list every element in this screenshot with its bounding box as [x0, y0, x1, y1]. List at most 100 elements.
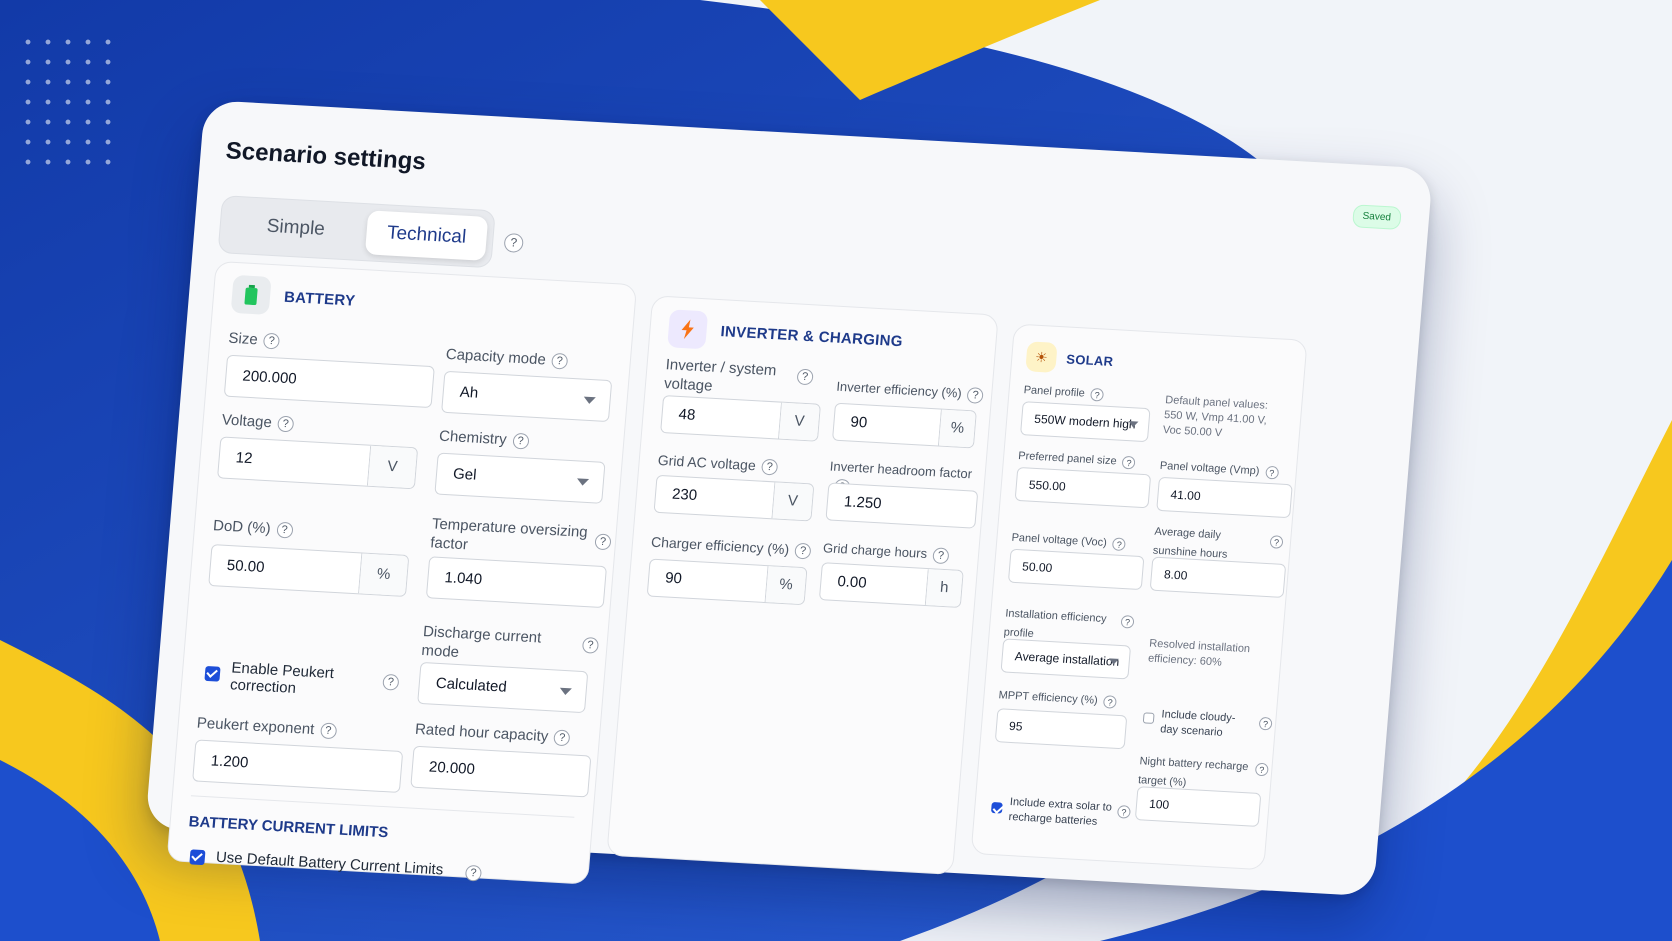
vmp-label: Panel voltage (Vmp) [1159, 459, 1260, 478]
size-input[interactable]: 200.000 [223, 354, 435, 409]
system-voltage-value: 48 [677, 405, 697, 424]
chemistry-label: Chemistry [438, 427, 508, 449]
cloudy-day-label: Include cloudy-day scenario [1159, 708, 1236, 739]
dod-unit: % [358, 553, 409, 596]
install-efficiency-value: Average installation [1014, 649, 1120, 669]
default-limits-checkbox[interactable] [189, 849, 206, 866]
panel-size-label: Preferred panel size [1017, 449, 1118, 468]
help-icon[interactable]: ? [1103, 694, 1118, 709]
inverter-efficiency-label: Inverter efficiency (%) [835, 378, 963, 401]
chemistry-value: Gel [452, 465, 478, 484]
chemistry-select[interactable]: Gel [434, 452, 606, 504]
battery-header: BATTERY [283, 288, 356, 310]
help-icon[interactable]: ? [966, 386, 985, 404]
tab-simple[interactable]: Simple [225, 202, 366, 254]
panel-size-input[interactable]: 550.00 [1014, 466, 1152, 509]
help-icon[interactable]: ? [1122, 455, 1137, 470]
help-icon[interactable]: ? [503, 232, 524, 253]
extra-solar-checkbox[interactable] [990, 802, 1003, 814]
inverter-efficiency-value: 90 [849, 413, 868, 432]
chevron-down-icon [559, 687, 572, 696]
help-icon[interactable]: ? [511, 432, 530, 450]
headroom-input[interactable]: 1.250 [825, 482, 979, 529]
charger-efficiency-input[interactable]: 90% [646, 558, 808, 606]
help-icon[interactable]: ? [553, 729, 571, 747]
battery-limits-header: BATTERY CURRENT LIMITS [188, 813, 389, 842]
vmp-input[interactable]: 41.00 [1156, 476, 1293, 519]
page-title: Scenario settings [224, 137, 427, 176]
temperature-label: Temperature oversizing factor [429, 515, 589, 554]
charger-efficiency-value: 90 [664, 569, 683, 588]
system-voltage-input[interactable]: 48 V [660, 395, 821, 442]
peukert-checkbox[interactable] [204, 665, 221, 682]
help-icon[interactable]: ? [761, 458, 779, 476]
grid-ac-input[interactable]: 230 V [653, 474, 815, 522]
help-icon[interactable]: ? [1269, 535, 1284, 549]
help-icon[interactable]: ? [1264, 465, 1279, 480]
help-icon[interactable]: ? [932, 546, 950, 564]
panel-profile-value: 550W modern high [1033, 411, 1137, 432]
help-icon[interactable]: ? [277, 415, 295, 433]
help-icon[interactable]: ? [1254, 762, 1269, 777]
chevron-down-icon [576, 478, 590, 487]
charger-efficiency-unit: % [764, 566, 807, 605]
night-recharge-input[interactable]: 100 [1134, 786, 1262, 827]
chevron-down-icon [1108, 658, 1119, 665]
grid-charge-hours-value: 0.00 [836, 573, 868, 592]
help-icon[interactable]: ? [794, 542, 812, 560]
help-icon[interactable]: ? [1090, 387, 1105, 402]
inverter-efficiency-input[interactable]: 90% [831, 402, 977, 449]
tab-technical[interactable]: Technical [364, 210, 489, 261]
discharge-mode-select[interactable]: Calculated [417, 661, 589, 714]
help-icon[interactable]: ? [594, 533, 612, 551]
dot-grid-decoration [18, 32, 118, 172]
voc-input[interactable]: 50.00 [1007, 548, 1145, 591]
battery-panel: BATTERY Size? 200.000 Capacity mode? Ah … [166, 260, 638, 885]
dod-input[interactable]: 50.00% [208, 544, 410, 597]
status-badge: Saved [1351, 204, 1402, 230]
help-icon[interactable]: ? [551, 352, 569, 370]
panel-profile-select[interactable]: 550W modern high [1020, 401, 1151, 443]
help-icon[interactable]: ? [581, 636, 600, 654]
voltage-input[interactable]: 12 V [217, 436, 419, 490]
help-icon[interactable]: ? [262, 332, 281, 350]
extra-solar-label: Include extra solar to recharge batterie… [1008, 796, 1113, 828]
temperature-input[interactable]: 1.040 [425, 556, 608, 609]
help-icon[interactable]: ? [1120, 614, 1135, 629]
voltage-unit: V [366, 445, 418, 489]
headroom-label: Inverter headroom factor [829, 458, 973, 482]
help-icon[interactable]: ? [319, 722, 337, 740]
help-icon[interactable]: ? [1116, 805, 1131, 819]
charger-efficiency-label: Charger efficiency (%) [650, 533, 790, 558]
discharge-mode-value: Calculated [435, 674, 508, 696]
help-icon[interactable]: ? [382, 673, 400, 691]
capacity-mode-select[interactable]: Ah [441, 370, 613, 423]
lightning-icon [667, 309, 709, 350]
grid-ac-unit: V [771, 482, 814, 521]
grid-ac-label: Grid AC voltage [657, 451, 757, 474]
system-voltage-unit: V [777, 402, 820, 441]
chevron-down-icon [583, 396, 596, 405]
rated-hour-input[interactable]: 20.000 [410, 745, 592, 798]
capacity-mode-label: Capacity mode [445, 345, 547, 369]
grid-charge-hours-input[interactable]: 0.00 h [818, 562, 964, 608]
help-icon[interactable]: ? [1258, 716, 1273, 731]
sunshine-input[interactable]: 8.00 [1149, 556, 1287, 598]
grid-charge-hours-label: Grid charge hours [822, 540, 928, 561]
peukert-exponent-input[interactable]: 1.200 [192, 739, 404, 793]
scenario-settings-card: Scenario settings Simple Technical ? Sav… [145, 100, 1434, 897]
help-icon[interactable]: ? [796, 368, 814, 386]
mppt-label: MPPT efficiency (%) [998, 689, 1099, 707]
voltage-label: Voltage [221, 411, 273, 432]
capacity-mode-value: Ah [459, 383, 479, 402]
mppt-input[interactable]: 95 [994, 708, 1128, 750]
sun-icon: ☀ [1025, 341, 1058, 373]
inverter-header: INVERTER & CHARGING [719, 322, 904, 350]
cloudy-day-checkbox[interactable] [1142, 712, 1155, 724]
install-efficiency-select[interactable]: Average installation [1000, 638, 1132, 680]
help-icon[interactable]: ? [275, 521, 294, 539]
help-icon[interactable]: ? [1112, 536, 1127, 551]
battery-icon [230, 274, 272, 315]
discharge-mode-label: Discharge current mode [420, 623, 542, 662]
dod-value: 50.00 [226, 556, 266, 577]
